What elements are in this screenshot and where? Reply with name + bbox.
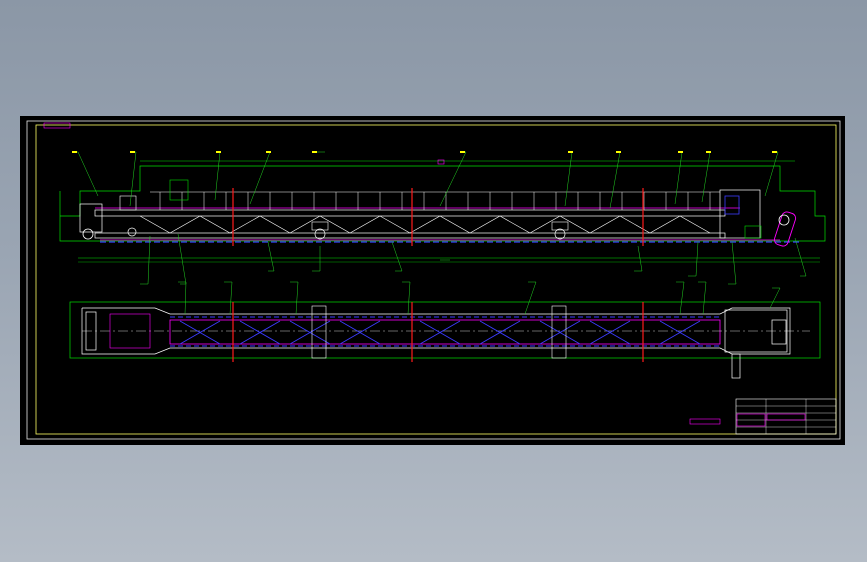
cad-viewport[interactable] — [20, 116, 845, 445]
title-block-frame — [735, 398, 837, 435]
elevation-callout-marks — [72, 151, 777, 153]
plan-view — [69, 281, 821, 379]
support-wheel-1 — [127, 227, 137, 237]
plan-bracing — [179, 320, 701, 345]
chute-hopper — [169, 179, 189, 201]
plan-motor-icon — [731, 353, 741, 379]
plan-drive-pulley-icon — [771, 319, 787, 345]
tail-pulley — [82, 228, 94, 240]
top-dimension-marker — [437, 159, 445, 165]
conveyor-assembly-drawing — [26, 120, 841, 440]
drawing-inner-border — [35, 124, 837, 435]
plan-leaders — [178, 281, 781, 315]
drive-housing — [724, 195, 740, 215]
elevation-leaders — [72, 151, 807, 285]
frame-bottom-rail — [94, 232, 726, 239]
drawing-outer-border — [26, 120, 841, 440]
idler-posts — [159, 192, 711, 210]
elevation-view — [59, 151, 826, 285]
title-block — [735, 398, 837, 435]
frame-top-rail — [94, 209, 726, 217]
head-support — [744, 225, 762, 239]
support-wheel-2 — [314, 228, 326, 240]
truss-bracing — [139, 215, 711, 234]
note-marker — [689, 418, 721, 425]
support-wheel-3 — [554, 228, 566, 240]
title-block-highlight-2 — [766, 413, 806, 421]
border-tag-box — [43, 122, 71, 129]
plan-belt — [169, 319, 721, 345]
